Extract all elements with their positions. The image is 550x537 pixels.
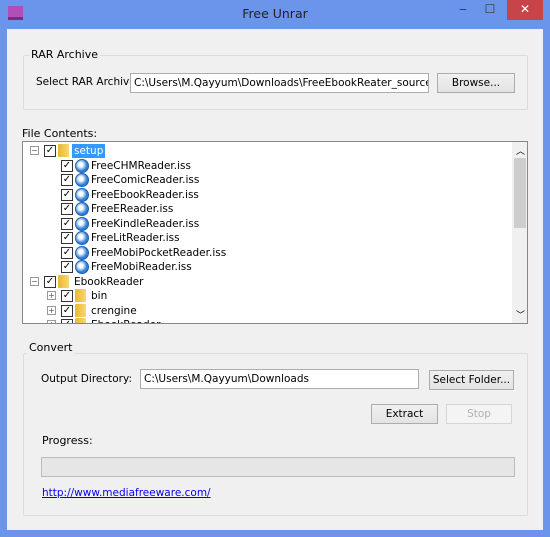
file-contents-label: File Contents: <box>22 127 98 140</box>
folder-icon <box>58 274 69 288</box>
iss-file-icon <box>75 245 89 260</box>
expand-icon[interactable]: + <box>47 305 56 315</box>
tree-item-label: setup <box>72 144 106 158</box>
scroll-up-icon[interactable]: ︿ <box>516 144 525 157</box>
title-bar: Free Unrar ‒ ☐ ✕ <box>0 0 550 29</box>
checkbox[interactable]: ✓ <box>44 275 56 288</box>
iss-file-icon <box>75 216 89 231</box>
checkbox[interactable]: ✓ <box>61 217 73 230</box>
folder-icon <box>75 303 86 317</box>
tree-item-label: EbookReader <box>74 275 144 288</box>
tree-item-label: FreeLitReader.iss <box>91 232 180 244</box>
iss-file-icon <box>75 158 89 173</box>
tree-row[interactable]: ✓ FreeEbookReader.iss <box>23 187 512 202</box>
output-directory-input[interactable]: C:\Users\M.Qayyum\Downloads <box>140 369 419 389</box>
tree-row[interactable]: ✓ FreeEReader.iss <box>23 202 512 216</box>
tree-row[interactable]: − ✓ setup <box>23 144 512 158</box>
tree-row[interactable]: ✓ FreeCHMReader.iss <box>23 158 512 173</box>
iss-file-icon <box>75 187 89 202</box>
rar-archive-group-label: RAR Archive <box>29 48 101 61</box>
expand-icon[interactable]: + <box>47 291 56 300</box>
vertical-scrollbar[interactable]: ︿ ﹀ <box>512 142 527 323</box>
minimize-button[interactable]: ‒ <box>450 0 476 20</box>
tree-item-label: crengine <box>91 304 137 317</box>
browse-button[interactable]: Browse... <box>437 73 515 93</box>
select-folder-button[interactable]: Select Folder... <box>429 370 514 390</box>
scroll-down-icon[interactable]: ﹀ <box>516 308 525 321</box>
checkbox[interactable]: ✓ <box>61 319 73 323</box>
tree-item-label: bin <box>91 290 108 302</box>
iss-file-icon <box>75 202 89 216</box>
tree-item-label: FreeEReader.iss <box>91 203 174 215</box>
tree-row[interactable]: + ✓ EbookReader <box>23 318 512 323</box>
tree-item-label: FreeComicReader.iss <box>91 174 200 186</box>
progress-label: Progress: <box>42 434 93 447</box>
tree-item-label: FreeCHMReader.iss <box>91 159 191 172</box>
tree-row[interactable]: ✓ FreeKindleReader.iss <box>23 216 512 231</box>
tree-row[interactable]: + ✓ bin <box>23 289 512 303</box>
iss-file-icon <box>75 173 89 187</box>
checkbox[interactable]: ✓ <box>61 261 73 273</box>
folder-icon <box>75 318 86 323</box>
scroll-thumb[interactable] <box>514 158 526 228</box>
checkbox[interactable]: ✓ <box>61 188 73 201</box>
collapse-icon[interactable]: − <box>30 276 39 286</box>
tree-row[interactable]: ✓ FreeMobiPocketReader.iss <box>23 245 512 260</box>
progress-bar <box>41 457 515 477</box>
checkbox[interactable]: ✓ <box>61 232 73 244</box>
tree-row[interactable]: ✓ FreeMobiReader.iss <box>23 260 512 274</box>
iss-file-icon <box>75 231 89 245</box>
tree-item-label: FreeEbookReader.iss <box>91 188 199 201</box>
client-area: RAR Archive Select RAR Archive: C:\Users… <box>7 29 543 530</box>
tree-item-label: FreeMobiPocketReader.iss <box>91 246 227 259</box>
output-directory-label: Output Directory: <box>41 373 132 385</box>
expand-icon[interactable]: + <box>47 320 56 323</box>
convert-group-label: Convert <box>27 341 75 354</box>
checkbox[interactable]: ✓ <box>61 290 73 302</box>
checkbox[interactable]: ✓ <box>44 145 56 157</box>
tree-row[interactable]: ✓ FreeComicReader.iss <box>23 173 512 187</box>
close-button[interactable]: ✕ <box>507 0 543 20</box>
tree-row[interactable]: − ✓ EbookReader <box>23 274 512 289</box>
folder-icon <box>75 289 86 302</box>
checkbox[interactable]: ✓ <box>61 159 73 172</box>
mediafreeware-link[interactable]: http://www.mediafreeware.com/ <box>42 487 211 499</box>
tree-item-label: EbookReader <box>91 318 160 323</box>
rar-path-input[interactable]: C:\Users\M.Qayyum\Downloads\FreeEbookRea… <box>130 73 429 93</box>
folder-icon <box>58 144 69 157</box>
iss-file-icon <box>75 260 89 274</box>
tree-row[interactable]: ✓ FreeLitReader.iss <box>23 231 512 245</box>
tree-row[interactable]: + ✓ crengine <box>23 303 512 318</box>
extract-button[interactable]: Extract <box>371 404 438 424</box>
tree-item-label: FreeMobiReader.iss <box>91 261 192 273</box>
checkbox[interactable]: ✓ <box>61 304 73 317</box>
collapse-icon[interactable]: − <box>30 146 39 155</box>
maximize-button[interactable]: ☐ <box>476 0 504 20</box>
tree-item-label: FreeKindleReader.iss <box>91 217 200 230</box>
stop-button[interactable]: Stop <box>446 404 512 424</box>
file-tree[interactable]: − ✓ setup ✓ FreeCHMReader.iss ✓ FreeComicReade… <box>22 141 528 324</box>
checkbox[interactable]: ✓ <box>61 174 73 186</box>
checkbox[interactable]: ✓ <box>61 246 73 259</box>
checkbox[interactable]: ✓ <box>61 203 73 215</box>
select-rar-label: Select RAR Archive: <box>36 76 140 88</box>
